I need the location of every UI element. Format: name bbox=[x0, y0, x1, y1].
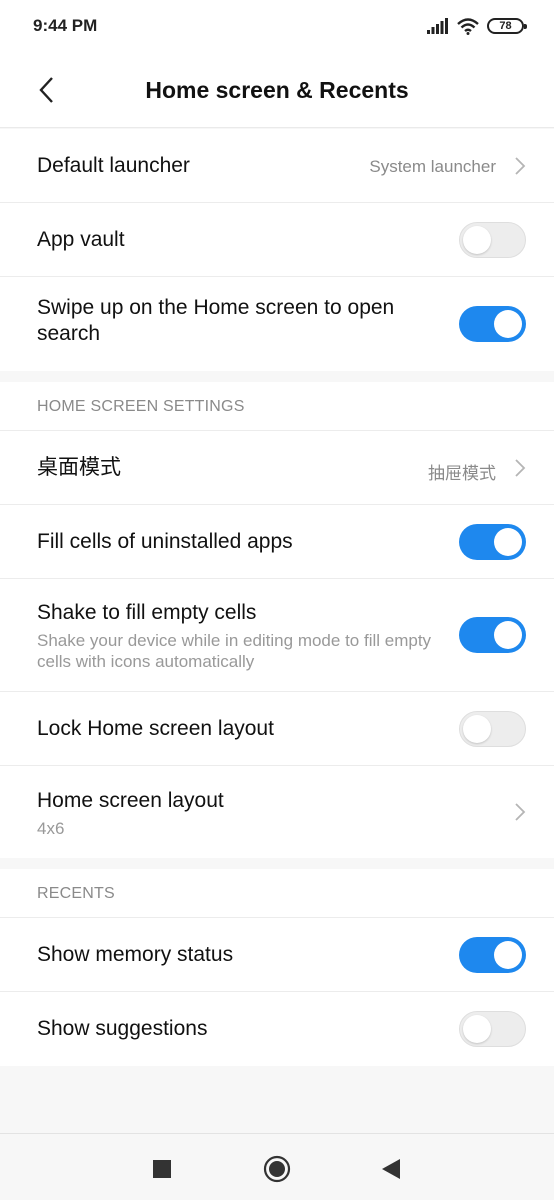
home-screen-settings-header: HOME SCREEN SETTINGS bbox=[37, 398, 245, 415]
section-header: HOME SCREEN SETTINGS bbox=[0, 382, 554, 431]
chevron-right-icon bbox=[515, 157, 526, 175]
chevron-right-icon bbox=[515, 459, 526, 477]
desktop-mode-value: 抽屉模式 bbox=[428, 464, 496, 483]
desktop-mode-row[interactable]: 桌面模式 抽屉模式 bbox=[0, 431, 554, 505]
section-header: RECENTS bbox=[0, 869, 554, 918]
toggle-knob bbox=[494, 941, 522, 969]
battery-level: 78 bbox=[499, 20, 512, 32]
shake-to-fill-subtitle: Shake your device while in editing mode … bbox=[37, 631, 432, 671]
wifi-icon bbox=[457, 17, 479, 35]
fill-cells-toggle[interactable] bbox=[459, 524, 526, 560]
battery-icon: 78 bbox=[487, 18, 527, 34]
back-nav-button[interactable] bbox=[376, 1154, 406, 1184]
toggle-knob bbox=[494, 310, 522, 338]
shake-to-fill-row: Shake to fill empty cells Shake your dev… bbox=[0, 579, 554, 692]
show-suggestions-row: Show suggestions bbox=[0, 992, 554, 1066]
memory-status-label: Show memory status bbox=[37, 943, 234, 966]
swipe-up-search-toggle[interactable] bbox=[459, 306, 526, 342]
home-nav-button[interactable] bbox=[262, 1154, 292, 1184]
fill-cells-label: Fill cells of uninstalled apps bbox=[37, 530, 293, 553]
home-screen-layout-row[interactable]: Home screen layout 4x6 bbox=[0, 766, 554, 858]
page-header: Home screen & Recents bbox=[0, 52, 554, 128]
recents-section: RECENTS Show memory status Show suggesti… bbox=[0, 869, 554, 1066]
fill-cells-row: Fill cells of uninstalled apps bbox=[0, 505, 554, 579]
show-suggestions-label: Show suggestions bbox=[37, 1017, 208, 1040]
app-vault-row: App vault bbox=[0, 203, 554, 277]
app-vault-toggle[interactable] bbox=[459, 222, 526, 258]
page-title: Home screen & Recents bbox=[145, 77, 409, 103]
toggle-knob bbox=[494, 528, 522, 556]
toggle-knob bbox=[463, 226, 491, 254]
desktop-mode-label: 桌面模式 bbox=[37, 456, 121, 479]
square-icon bbox=[153, 1160, 171, 1178]
status-bar: 9:44 PM 78 bbox=[0, 0, 554, 52]
triangle-back-icon bbox=[382, 1159, 400, 1179]
shake-to-fill-label: Shake to fill empty cells bbox=[37, 601, 257, 624]
status-icons: 78 bbox=[427, 16, 527, 36]
status-time: 9:44 PM bbox=[33, 16, 98, 35]
memory-status-row: Show memory status bbox=[0, 918, 554, 992]
app-vault-label: App vault bbox=[37, 228, 125, 251]
toggle-knob bbox=[494, 621, 522, 649]
lock-layout-toggle[interactable] bbox=[459, 711, 526, 747]
navigation-bar bbox=[0, 1133, 554, 1200]
default-launcher-row[interactable]: Default launcher System launcher bbox=[0, 129, 554, 203]
default-launcher-value: System launcher bbox=[369, 157, 496, 176]
signal-icon bbox=[427, 18, 448, 34]
swipe-up-search-label: Swipe up on the Home screen to open sear… bbox=[37, 296, 395, 345]
circle-icon bbox=[263, 1155, 291, 1183]
swipe-up-search-row: Swipe up on the Home screen to open sear… bbox=[0, 277, 554, 371]
recents-nav-button[interactable] bbox=[147, 1154, 177, 1184]
chevron-right-icon bbox=[515, 803, 526, 821]
recents-header: RECENTS bbox=[37, 885, 115, 902]
home-screen-layout-label: Home screen layout bbox=[37, 789, 224, 812]
toggle-knob bbox=[463, 715, 491, 743]
shake-to-fill-toggle[interactable] bbox=[459, 617, 526, 653]
toggle-knob bbox=[463, 1015, 491, 1043]
default-launcher-label: Default launcher bbox=[37, 154, 190, 177]
memory-status-toggle[interactable] bbox=[459, 937, 526, 973]
show-suggestions-toggle[interactable] bbox=[459, 1011, 526, 1047]
lock-layout-row: Lock Home screen layout bbox=[0, 692, 554, 766]
lock-layout-label: Lock Home screen layout bbox=[37, 717, 274, 740]
launcher-section: Default launcher System launcher App vau… bbox=[0, 129, 554, 371]
home-screen-settings-section: HOME SCREEN SETTINGS 桌面模式 抽屉模式 Fill cell… bbox=[0, 382, 554, 858]
home-screen-layout-value: 4x6 bbox=[37, 819, 65, 838]
